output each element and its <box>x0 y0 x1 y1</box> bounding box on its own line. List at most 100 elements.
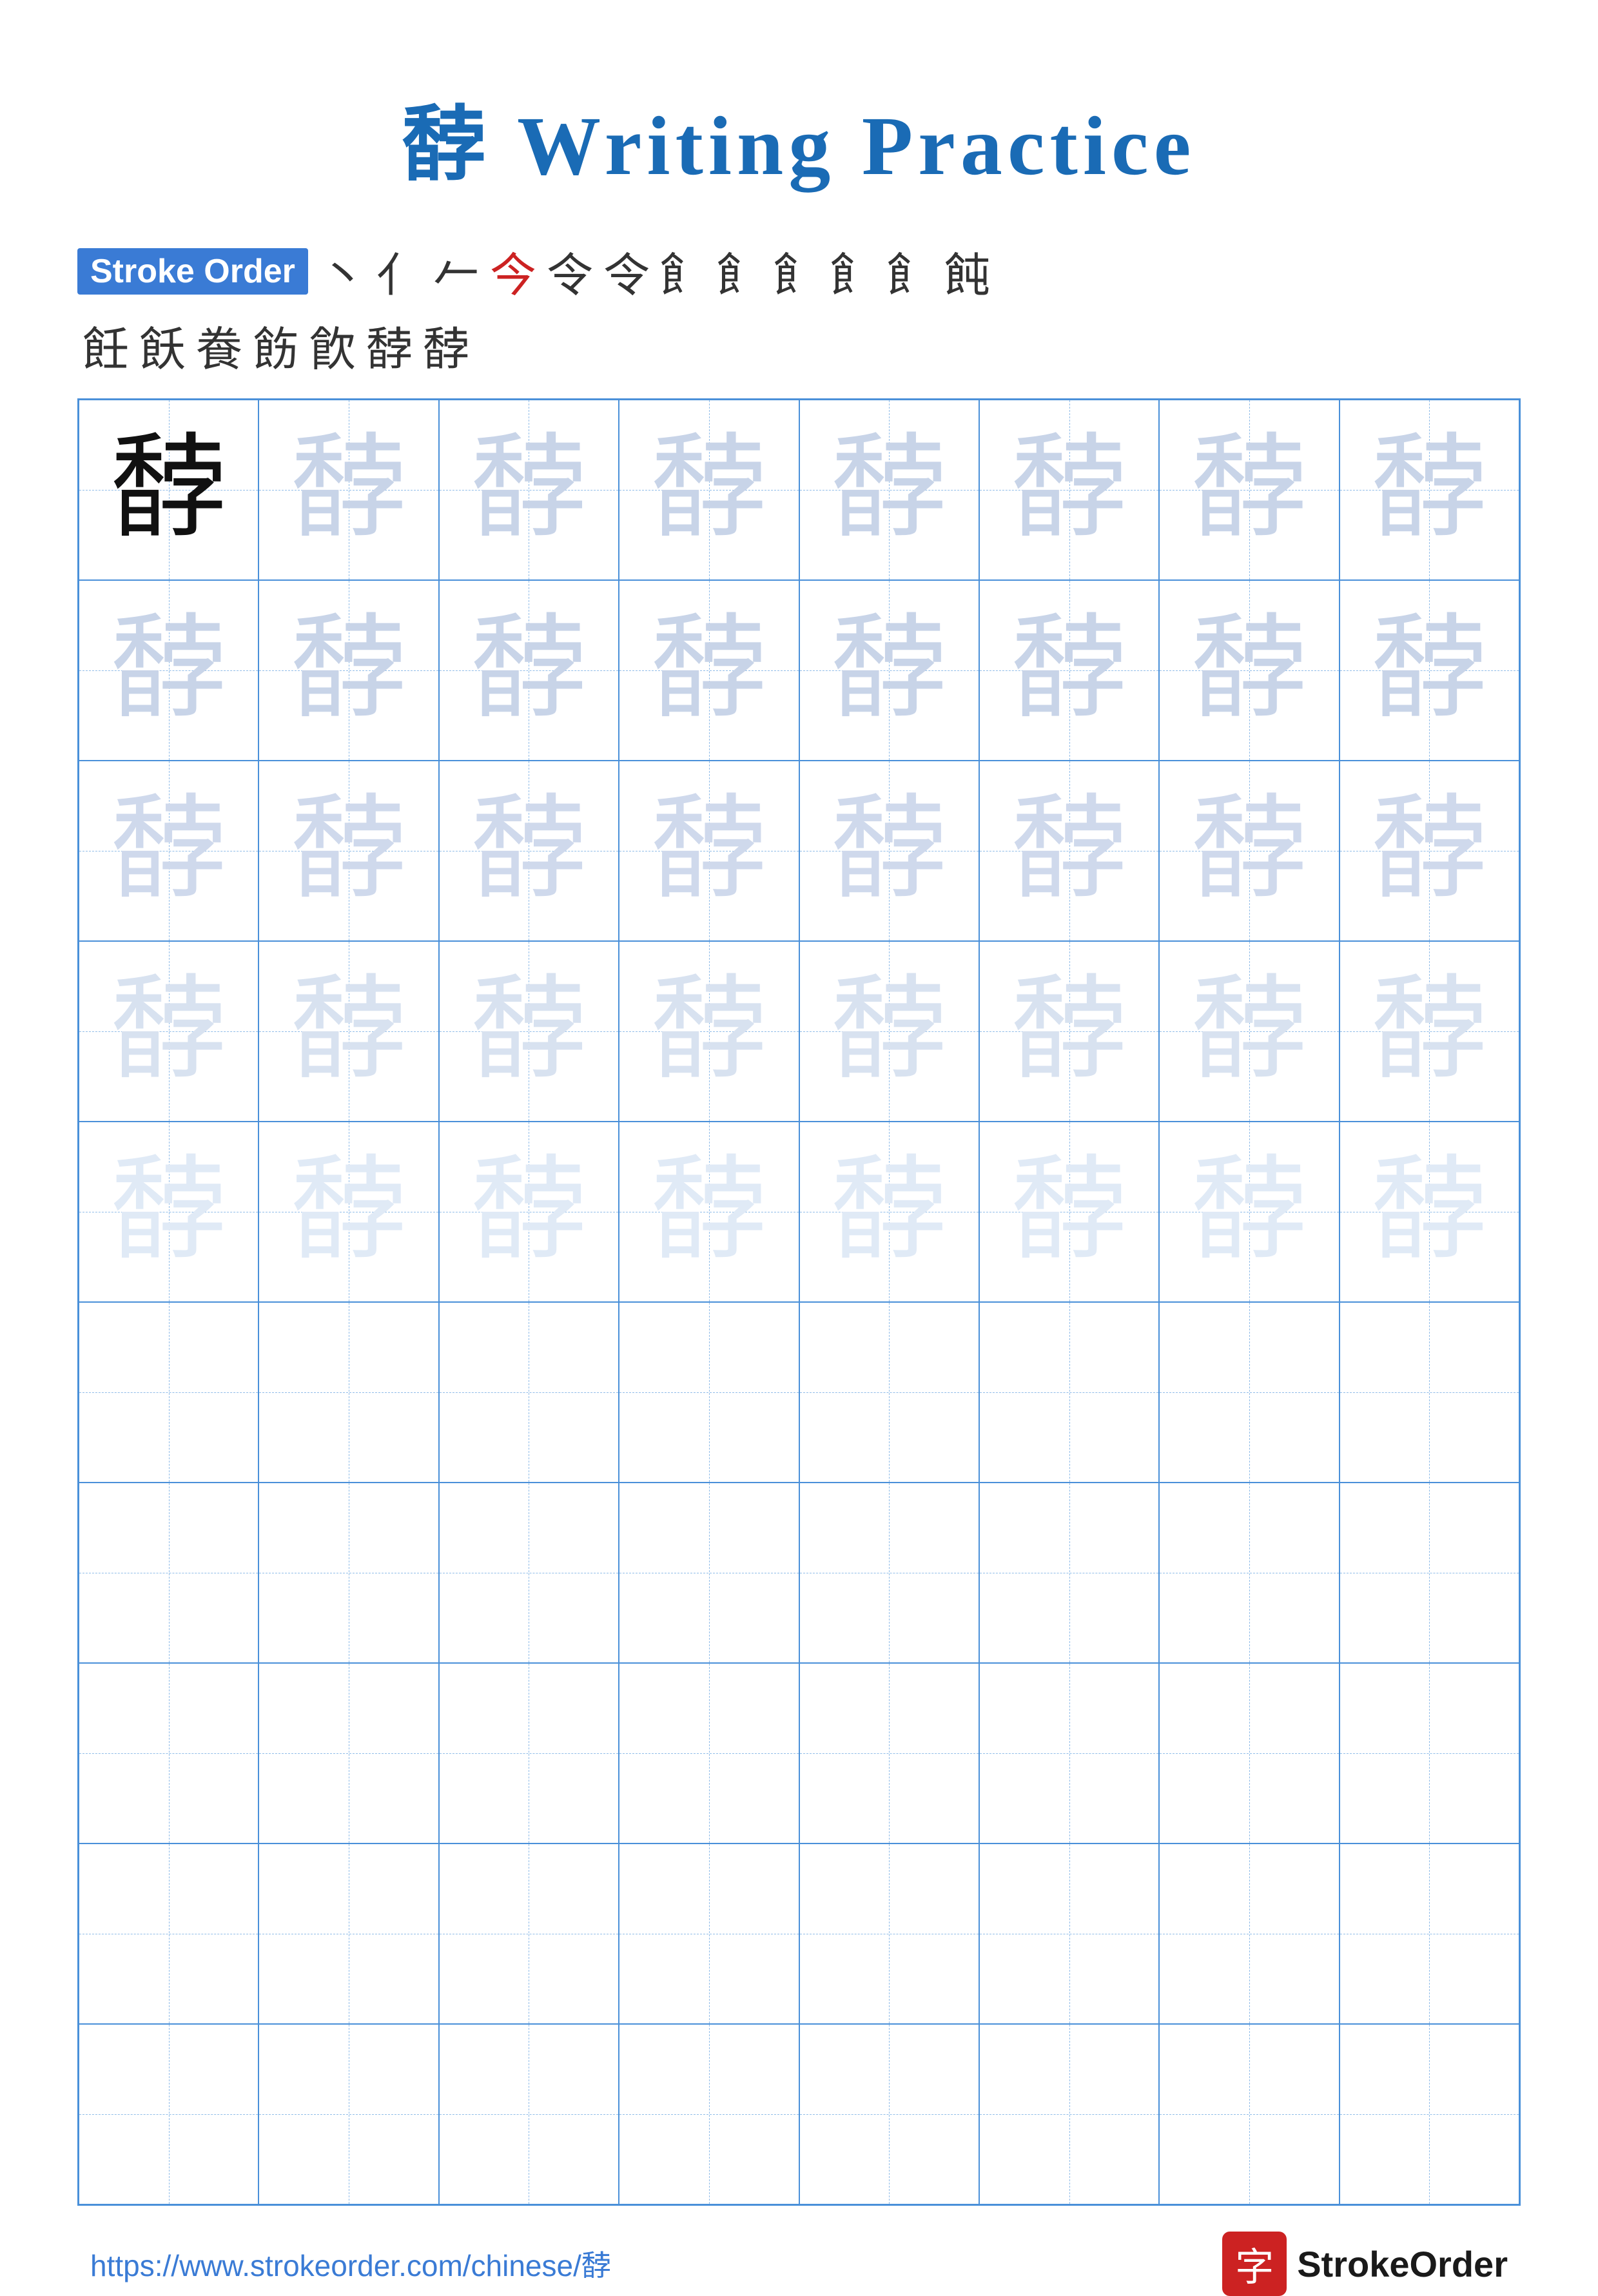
char-display: 馞 <box>651 432 767 548</box>
cell-8-1[interactable] <box>79 1663 258 1844</box>
cell-9-2[interactable] <box>258 1844 438 2024</box>
cell-2-8: 馞 <box>1340 580 1519 761</box>
cell-4-1: 馞 <box>79 941 258 1122</box>
cell-7-8[interactable] <box>1340 1483 1519 1663</box>
cell-2-1: 馞 <box>79 580 258 761</box>
char-display: 馞 <box>471 432 587 548</box>
cell-9-4[interactable] <box>619 1844 799 2024</box>
stroke-7: 飠 <box>660 237 706 305</box>
char-display: 馞 <box>1191 1154 1307 1270</box>
cell-2-5: 馞 <box>799 580 979 761</box>
cell-7-5[interactable] <box>799 1483 979 1663</box>
cell-8-5[interactable] <box>799 1663 979 1844</box>
cell-8-2[interactable] <box>258 1663 438 1844</box>
char-display: 馞 <box>1371 1154 1487 1270</box>
practice-grid: 馞 馞 馞 馞 馞 馞 馞 馞 <box>77 398 1521 2206</box>
cell-10-6[interactable] <box>979 2024 1159 2204</box>
cell-3-5: 馞 <box>799 761 979 941</box>
cell-8-4[interactable] <box>619 1663 799 1844</box>
char-display: 馞 <box>651 1154 767 1270</box>
stroke-15: 飬 <box>196 311 242 379</box>
cell-9-3[interactable] <box>439 1844 619 2024</box>
cell-1-3: 馞 <box>439 400 619 580</box>
stroke-3: 𠂉 <box>433 237 480 305</box>
cell-6-7[interactable] <box>1159 1302 1339 1483</box>
grid-row-6 <box>79 1302 1519 1483</box>
cell-7-7[interactable] <box>1159 1483 1339 1663</box>
cell-1-7: 馞 <box>1159 400 1339 580</box>
char-display: 馞 <box>471 793 587 909</box>
char-display: 馞 <box>831 612 947 728</box>
char-display: 馞 <box>291 973 407 1089</box>
cell-6-6[interactable] <box>979 1302 1159 1483</box>
cell-10-2[interactable] <box>258 2024 438 2204</box>
cell-6-8[interactable] <box>1340 1302 1519 1483</box>
cell-3-3: 馞 <box>439 761 619 941</box>
cell-4-8: 馞 <box>1340 941 1519 1122</box>
char-display: 馞 <box>291 793 407 909</box>
cell-7-1[interactable] <box>79 1483 258 1663</box>
grid-row-1: 馞 馞 馞 馞 馞 馞 馞 馞 <box>79 400 1519 580</box>
cell-5-2: 馞 <box>258 1122 438 1302</box>
cell-2-7: 馞 <box>1159 580 1339 761</box>
cell-10-8[interactable] <box>1340 2024 1519 2204</box>
cell-10-3[interactable] <box>439 2024 619 2204</box>
cell-1-8: 馞 <box>1340 400 1519 580</box>
cell-4-3: 馞 <box>439 941 619 1122</box>
footer: https://www.strokeorder.com/chinese/馞 字 … <box>77 2232 1521 2296</box>
cell-2-6: 馞 <box>979 580 1159 761</box>
cell-1-4: 馞 <box>619 400 799 580</box>
cell-10-5[interactable] <box>799 2024 979 2204</box>
stroke-18: 馞 <box>366 311 413 379</box>
cell-8-8[interactable] <box>1340 1663 1519 1844</box>
cell-9-7[interactable] <box>1159 1844 1339 2024</box>
cell-7-2[interactable] <box>258 1483 438 1663</box>
cell-7-4[interactable] <box>619 1483 799 1663</box>
cell-6-2[interactable] <box>258 1302 438 1483</box>
char-display: 馞 <box>1011 793 1127 909</box>
char-display: 馞 <box>651 612 767 728</box>
footer-url[interactable]: https://www.strokeorder.com/chinese/馞 <box>90 2242 611 2285</box>
char-display: 馞 <box>1371 793 1487 909</box>
cell-8-7[interactable] <box>1159 1663 1339 1844</box>
cell-9-1[interactable] <box>79 1844 258 2024</box>
cell-10-4[interactable] <box>619 2024 799 2204</box>
stroke-19: 馞 <box>423 311 469 379</box>
cell-7-3[interactable] <box>439 1483 619 1663</box>
char-display: 馞 <box>111 612 227 728</box>
char-display: 馞 <box>1191 793 1307 909</box>
cell-6-3[interactable] <box>439 1302 619 1483</box>
cell-9-5[interactable] <box>799 1844 979 2024</box>
char-display: 馞 <box>1191 973 1307 1089</box>
grid-row-9 <box>79 1844 1519 2024</box>
cell-6-5[interactable] <box>799 1302 979 1483</box>
char-display: 馞 <box>111 432 227 548</box>
char-display: 馞 <box>1371 432 1487 548</box>
char-display: 馞 <box>471 1154 587 1270</box>
cell-3-4: 馞 <box>619 761 799 941</box>
char-display: 馞 <box>831 432 947 548</box>
cell-6-1[interactable] <box>79 1302 258 1483</box>
cell-3-6: 馞 <box>979 761 1159 941</box>
char-display: 馞 <box>651 973 767 1089</box>
cell-8-3[interactable] <box>439 1663 619 1844</box>
cell-6-4[interactable] <box>619 1302 799 1483</box>
cell-3-1: 馞 <box>79 761 258 941</box>
cell-5-7: 馞 <box>1159 1122 1339 1302</box>
cell-1-6: 馞 <box>979 400 1159 580</box>
cell-5-3: 馞 <box>439 1122 619 1302</box>
stroke-17: 飮 <box>309 311 356 379</box>
cell-9-8[interactable] <box>1340 1844 1519 2024</box>
cell-7-6[interactable] <box>979 1483 1159 1663</box>
cell-10-1[interactable] <box>79 2024 258 2204</box>
cell-2-2: 馞 <box>258 580 438 761</box>
cell-8-6[interactable] <box>979 1663 1159 1844</box>
char-display: 馞 <box>111 793 227 909</box>
cell-5-5: 馞 <box>799 1122 979 1302</box>
cell-10-7[interactable] <box>1159 2024 1339 2204</box>
cell-9-6[interactable] <box>979 1844 1159 2024</box>
grid-row-10 <box>79 2024 1519 2204</box>
char-display: 馞 <box>291 432 407 548</box>
char-display: 馞 <box>1191 432 1307 548</box>
char-display: 馞 <box>1371 612 1487 728</box>
